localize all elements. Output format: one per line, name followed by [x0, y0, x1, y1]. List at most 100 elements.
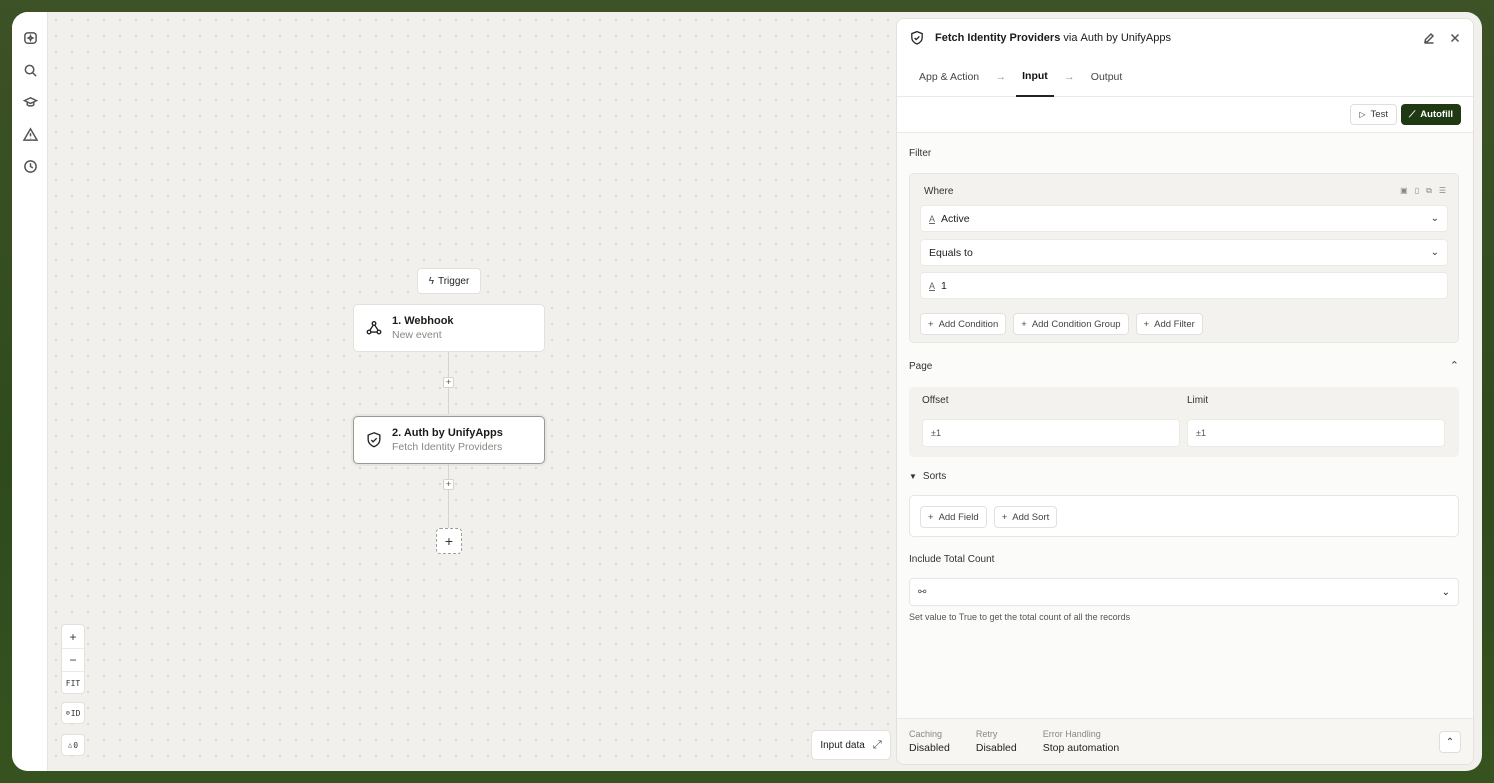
- add-condition-label: Add Condition: [938, 318, 999, 330]
- warning-icon[interactable]: [21, 125, 39, 143]
- id-toggle-button[interactable]: ⊘ ID: [61, 702, 85, 724]
- tab-input[interactable]: Input: [1016, 57, 1054, 97]
- shield-check-icon: [364, 430, 384, 450]
- panel-title-action: Fetch Identity Providers: [935, 32, 1061, 44]
- panel-toolbar: ▷ Test ⟋ Autofill: [897, 97, 1473, 133]
- trash-icon[interactable]: ▯: [1415, 186, 1419, 196]
- caching-value: Disabled: [909, 742, 950, 754]
- text-type-icon: A: [929, 213, 936, 224]
- sorts-section-toggle[interactable]: ▼ Sorts: [909, 471, 946, 482]
- history-icon[interactable]: [21, 157, 39, 175]
- plus-icon: +: [1001, 511, 1008, 523]
- add-sort-button[interactable]: + Add Sort: [993, 506, 1058, 528]
- arrow-right-icon: →: [1063, 70, 1075, 83]
- app-window: ϟ Trigger 1. Webhook New event + 2. Auth…: [12, 12, 1482, 771]
- warnings-count: 0: [73, 740, 79, 750]
- error-handling-setting[interactable]: Error Handling Stop automation: [1043, 729, 1119, 754]
- workflow-node-auth[interactable]: 2. Auth by UnifyApps Fetch Identity Prov…: [353, 416, 545, 464]
- tab-output[interactable]: Output: [1085, 57, 1129, 97]
- total-count-select[interactable]: ⚯ ⌄: [909, 578, 1459, 606]
- arrow-right-icon: →: [995, 70, 1007, 83]
- eye-off-icon: ⊘: [65, 709, 70, 717]
- input-data-button[interactable]: Input data ⤢: [811, 730, 891, 760]
- zoom-out-button[interactable]: −: [62, 648, 84, 671]
- caching-label: Caching: [909, 729, 943, 739]
- zoom-in-button[interactable]: +: [62, 625, 84, 648]
- workflow-canvas[interactable]: ϟ Trigger 1. Webhook New event + 2. Auth…: [48, 12, 896, 771]
- retry-setting[interactable]: Retry Disabled: [976, 729, 1017, 754]
- input-data-label: Input data: [820, 739, 865, 751]
- add-sort-label: Add Sort: [1012, 511, 1050, 523]
- compare-value: 1: [941, 279, 947, 292]
- add-step-button[interactable]: +: [436, 528, 462, 554]
- trigger-label: Trigger: [437, 275, 470, 287]
- sorts-section-label: Sorts: [922, 471, 947, 482]
- connector-line: [448, 464, 449, 528]
- close-icon[interactable]: [1449, 32, 1461, 44]
- operator-select[interactable]: Equals to ⌄: [920, 239, 1448, 266]
- add-condition-group-label: Add Condition Group: [1031, 318, 1121, 330]
- panel-tabs: App & Action → Input → Output: [897, 57, 1473, 97]
- node-title: 1. Webhook: [392, 315, 454, 327]
- panel-title-app: Auth by UnifyApps: [1080, 32, 1172, 44]
- plus-icon: +: [928, 511, 934, 523]
- bolt-icon: ϟ: [428, 275, 434, 287]
- add-field-button[interactable]: + Add Field: [920, 506, 987, 528]
- offset-input[interactable]: ±1: [922, 419, 1180, 447]
- autofill-button-label: Autofill: [1420, 109, 1453, 120]
- search-icon[interactable]: [21, 61, 39, 79]
- tab-app-action[interactable]: App & Action: [913, 57, 985, 97]
- add-condition-group-button[interactable]: + Add Condition Group: [1013, 313, 1129, 335]
- chevron-down-icon: ⌄: [1441, 586, 1450, 598]
- chat-sparkle-icon[interactable]: [21, 29, 39, 47]
- workflow-node-webhook[interactable]: 1. Webhook New event: [353, 304, 545, 352]
- chevron-up-icon[interactable]: ⌃: [1450, 359, 1459, 372]
- error-handling-value: Stop automation: [1042, 742, 1120, 754]
- trigger-pill[interactable]: ϟ Trigger: [417, 268, 481, 294]
- play-icon: ▷: [1359, 110, 1366, 119]
- error-handling-label: Error Handling: [1042, 729, 1101, 739]
- footer-collapse-button[interactable]: ⌃: [1439, 731, 1461, 753]
- caret-down-icon: ▼: [909, 472, 917, 481]
- warnings-button[interactable]: △ 0: [61, 734, 85, 756]
- step-config-panel: Fetch Identity Providers via Auth by Uni…: [896, 18, 1474, 765]
- caching-setting[interactable]: Caching Disabled: [909, 729, 950, 754]
- sorts-group: + Add Field + Add Sort: [909, 495, 1459, 537]
- test-button[interactable]: ▷ Test: [1350, 104, 1397, 125]
- add-filter-label: Add Filter: [1154, 318, 1195, 330]
- zoom-controls: + − FIT: [61, 624, 85, 694]
- page-section-label: Page: [909, 361, 933, 372]
- warning-icon: △: [67, 741, 73, 749]
- left-rail: [12, 12, 48, 771]
- graduation-cap-icon[interactable]: [21, 93, 39, 111]
- filter-group-actions: ▣ ▯ ⧉ ☰: [1400, 186, 1446, 196]
- field-select[interactable]: A Active ⌄: [920, 205, 1448, 232]
- toggle-icon: ⚯: [918, 586, 927, 598]
- add-condition-button[interactable]: + Add Condition: [920, 313, 1007, 335]
- retry-value: Disabled: [975, 742, 1017, 754]
- webhook-icon: [364, 318, 384, 338]
- copy-icon[interactable]: ⧉: [1426, 186, 1432, 196]
- play-icon[interactable]: ▣: [1400, 186, 1408, 196]
- zoom-fit-button[interactable]: FIT: [62, 671, 84, 694]
- total-count-hint: Set value to True to get the total count…: [909, 612, 1131, 622]
- field-select-value: Active: [941, 212, 970, 225]
- node-title: 2. Auth by UnifyApps: [392, 427, 503, 439]
- retry-label: Retry: [975, 729, 998, 739]
- filter-section-label: Filter: [909, 148, 932, 159]
- page-group: Offset Limit ±1 ±1: [909, 387, 1459, 457]
- edit-icon[interactable]: [1423, 32, 1435, 44]
- autofill-button[interactable]: ⟋ Autofill: [1400, 104, 1461, 125]
- total-count-label: Include Total Count: [909, 554, 995, 565]
- panel-header: Fetch Identity Providers via Auth by Uni…: [897, 19, 1473, 57]
- where-label: Where: [924, 186, 954, 197]
- offset-placeholder: ±1: [931, 428, 941, 438]
- list-icon[interactable]: ☰: [1439, 186, 1446, 196]
- add-filter-button[interactable]: + Add Filter: [1135, 313, 1203, 335]
- insert-step-button[interactable]: +: [443, 479, 454, 490]
- insert-step-button[interactable]: +: [443, 377, 454, 388]
- compare-value-input[interactable]: A 1: [920, 272, 1448, 299]
- text-type-icon: A: [929, 280, 936, 291]
- limit-input[interactable]: ±1: [1187, 419, 1445, 447]
- operator-select-value: Equals to: [929, 246, 973, 259]
